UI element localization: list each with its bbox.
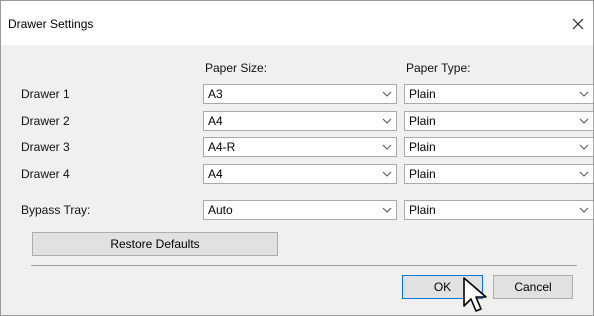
restore-defaults-button[interactable]: Restore Defaults xyxy=(32,232,278,256)
title-bar: Drawer Settings xyxy=(1,1,593,45)
paper-size-header: Paper Size: xyxy=(205,61,268,75)
drawer-1-paper-type-value: Plain xyxy=(409,87,436,101)
ok-label: OK xyxy=(433,280,452,294)
bypass-tray-paper-size-value: Auto xyxy=(208,203,233,217)
drawer-3-paper-type-select[interactable]: Plain xyxy=(404,137,594,157)
drawer-4-paper-type-value: Plain xyxy=(409,167,436,181)
bypass-tray-paper-size-select[interactable]: Auto xyxy=(203,200,397,220)
close-button[interactable] xyxy=(563,9,593,39)
chevron-down-icon xyxy=(378,85,396,103)
drawer-1-paper-size-value: A3 xyxy=(208,87,223,101)
paper-type-header: Paper Type: xyxy=(406,61,471,75)
chevron-down-icon xyxy=(575,138,593,156)
drawer-3-paper-type-value: Plain xyxy=(409,140,436,154)
cancel-button[interactable]: Cancel xyxy=(493,275,573,299)
bypass-tray-paper-type-value: Plain xyxy=(409,203,436,217)
ok-button[interactable]: OK xyxy=(402,275,483,299)
drawer-1-paper-type-select[interactable]: Plain xyxy=(404,84,594,104)
chevron-down-icon xyxy=(575,112,593,130)
drawer-4-paper-size-value: A4 xyxy=(208,167,223,181)
chevron-down-icon xyxy=(378,138,396,156)
bypass-tray-paper-type-select[interactable]: Plain xyxy=(404,200,594,220)
drawer-2-paper-type-select[interactable]: Plain xyxy=(404,111,594,131)
cancel-label: Cancel xyxy=(514,280,552,294)
bypass-tray-label: Bypass Tray: xyxy=(21,203,91,217)
separator xyxy=(31,265,577,266)
restore-defaults-label: Restore Defaults xyxy=(110,237,200,251)
drawer-3-label: Drawer 3 xyxy=(21,140,70,154)
chevron-down-icon xyxy=(575,201,593,219)
drawer-settings-dialog: Drawer Settings Paper Size: Paper Type: … xyxy=(0,0,594,316)
chevron-down-icon xyxy=(378,165,396,183)
drawer-4-paper-size-select[interactable]: A4 xyxy=(203,164,397,184)
drawer-2-paper-size-value: A4 xyxy=(208,114,223,128)
drawer-4-label: Drawer 4 xyxy=(21,167,70,181)
chevron-down-icon xyxy=(378,201,396,219)
drawer-2-label: Drawer 2 xyxy=(21,114,70,128)
chevron-down-icon xyxy=(575,165,593,183)
close-icon xyxy=(572,18,584,30)
chevron-down-icon xyxy=(378,112,396,130)
drawer-2-paper-type-value: Plain xyxy=(409,114,436,128)
drawer-1-label: Drawer 1 xyxy=(21,87,70,101)
drawer-1-paper-size-select[interactable]: A3 xyxy=(203,84,397,104)
drawer-4-paper-type-select[interactable]: Plain xyxy=(404,164,594,184)
chevron-down-icon xyxy=(575,85,593,103)
drawer-2-paper-size-select[interactable]: A4 xyxy=(203,111,397,131)
dialog-title: Drawer Settings xyxy=(8,17,94,31)
drawer-3-paper-size-select[interactable]: A4-R xyxy=(203,137,397,157)
drawer-3-paper-size-value: A4-R xyxy=(208,140,236,154)
